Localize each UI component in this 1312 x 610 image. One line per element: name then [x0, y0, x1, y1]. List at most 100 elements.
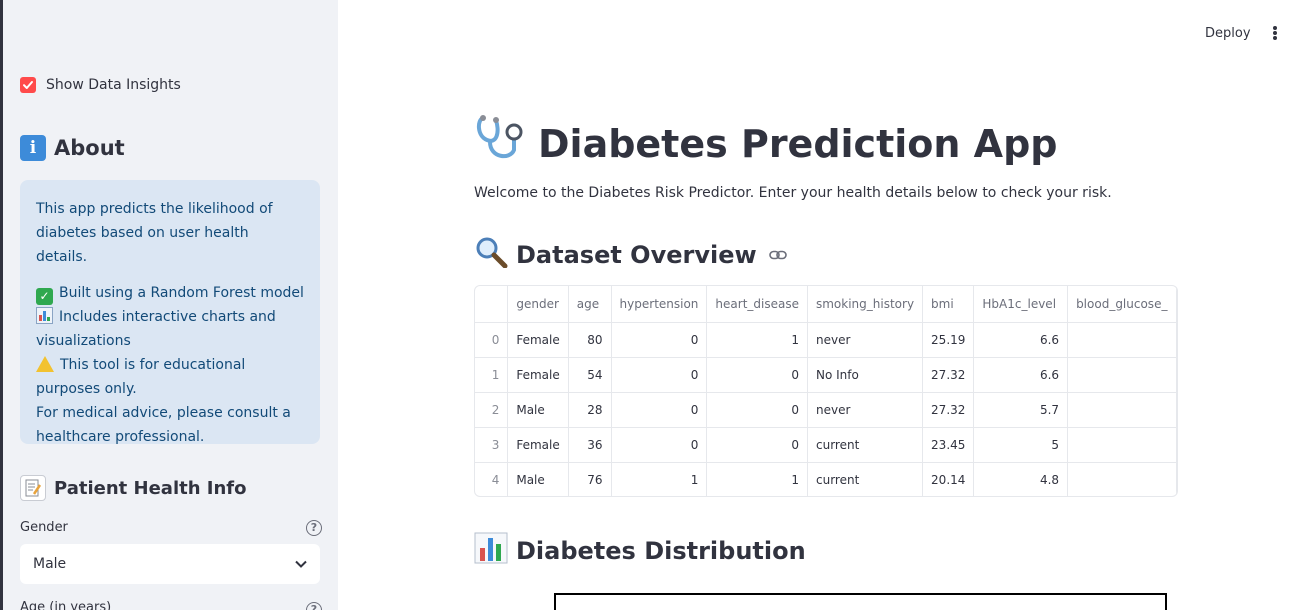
table-row: 3 Female 36 0 0 current 23.45 5 — [475, 427, 1177, 463]
show-insights-checkbox[interactable]: Show Data Insights — [20, 77, 181, 93]
row-index: 2 — [475, 392, 509, 428]
table-cell[interactable]: 76 — [568, 462, 612, 496]
table-cell[interactable]: 0 — [611, 392, 708, 428]
table-cell[interactable]: Female — [507, 357, 569, 393]
about-line-warning-text: This tool is for educational purposes on… — [36, 357, 246, 397]
table-cell[interactable]: 1 — [706, 322, 808, 358]
column-header[interactable]: age — [568, 286, 612, 323]
bar-chart-icon — [36, 307, 53, 324]
table-cell[interactable]: 0 — [611, 357, 708, 393]
table-cell[interactable]: 28 — [568, 392, 612, 428]
table-cell[interactable]: 36 — [568, 427, 612, 463]
gender-select[interactable]: Male — [20, 544, 320, 584]
table-cell[interactable]: 27.32 — [922, 392, 975, 428]
table-row: 1 Female 54 0 0 No Info 27.32 6.6 — [475, 357, 1177, 393]
table-cell[interactable] — [1067, 462, 1177, 496]
table-cell[interactable]: Female — [507, 427, 569, 463]
about-info-box: This app predicts the likelihood of diab… — [20, 180, 320, 445]
table-cell[interactable]: never — [807, 392, 924, 428]
diabetes-distribution-heading-text: Diabetes Distribution — [516, 537, 806, 565]
table-cell[interactable]: never — [807, 322, 924, 358]
column-header[interactable]: hypertension — [611, 286, 708, 323]
about-line-advice: For medical advice, please consult a hea… — [36, 405, 291, 445]
table-cell[interactable] — [1067, 322, 1177, 358]
help-icon[interactable]: ? — [306, 520, 322, 536]
column-header[interactable]: blood_glucose_ — [1067, 286, 1177, 323]
table-cell[interactable]: current — [807, 462, 924, 496]
table-header-row: gender age hypertension heart_disease sm… — [475, 286, 1177, 323]
patient-info-heading: Patient Health Info — [20, 475, 247, 501]
about-line-model: ✓ Built using a Random Forest model — [36, 281, 304, 305]
table-row: 0 Female 80 0 1 never 25.19 6.6 — [475, 322, 1177, 358]
gender-label: Gender — [20, 520, 68, 535]
info-icon: i — [20, 135, 46, 161]
bar-chart-icon — [474, 532, 508, 570]
about-line-warning: This tool is for educational purposes on… — [36, 353, 304, 401]
about-heading: i About — [20, 135, 125, 161]
diabetes-distribution-heading: Diabetes Distribution — [474, 532, 806, 570]
check-mark-icon: ✓ — [36, 288, 53, 305]
table-cell[interactable]: 0 — [706, 427, 808, 463]
table-cell[interactable]: 27.32 — [922, 357, 975, 393]
age-label: Age (in years) — [20, 600, 112, 610]
app-root: Show Data Insights i About This app pred… — [0, 0, 1312, 610]
magnifier-icon — [474, 236, 508, 274]
table-cell[interactable]: 1 — [706, 462, 808, 496]
dataset-table[interactable]: gender age hypertension heart_disease sm… — [474, 285, 1178, 497]
column-header[interactable]: smoking_history — [807, 286, 924, 323]
table-cell[interactable]: No Info — [807, 357, 924, 393]
column-header[interactable]: gender — [507, 286, 569, 323]
column-header[interactable]: heart_disease — [706, 286, 808, 323]
help-icon[interactable]: ? — [306, 602, 322, 610]
table-cell[interactable]: 6.6 — [973, 322, 1069, 358]
about-heading-text: About — [54, 136, 125, 160]
table-cell[interactable]: 4.8 — [973, 462, 1069, 496]
checkbox-checked-icon[interactable] — [20, 77, 36, 93]
about-description: This app predicts the likelihood of diab… — [36, 201, 273, 265]
about-line-charts-text: Includes interactive charts and visualiz… — [36, 309, 276, 349]
table-cell[interactable]: current — [807, 427, 924, 463]
table-cell[interactable] — [1067, 427, 1177, 463]
table-cell[interactable]: Male — [507, 392, 569, 428]
table-cell[interactable] — [1067, 392, 1177, 428]
warning-icon — [36, 356, 54, 372]
table-row: 4 Male 76 1 1 current 20.14 4.8 — [475, 462, 1177, 496]
about-line-model-text: Built using a Random Forest model — [59, 285, 304, 301]
sidebar: Show Data Insights i About This app pred… — [0, 0, 338, 610]
table-cell[interactable]: 80 — [568, 322, 612, 358]
gender-select-value: Male — [33, 556, 67, 572]
column-header[interactable]: HbA1c_level — [973, 286, 1069, 323]
table-cell[interactable]: 0 — [706, 392, 808, 428]
show-insights-label: Show Data Insights — [46, 77, 181, 93]
table-cell[interactable]: Male — [507, 462, 569, 496]
stethoscope-icon — [474, 114, 528, 173]
table-cell[interactable]: 5.7 — [973, 392, 1069, 428]
table-cell[interactable]: 25.19 — [922, 322, 975, 358]
table-cell[interactable]: 0 — [611, 322, 708, 358]
row-index: 0 — [475, 322, 509, 358]
table-cell[interactable]: 54 — [568, 357, 612, 393]
dataset-overview-heading-text: Dataset Overview — [516, 241, 757, 269]
row-index: 3 — [475, 427, 509, 463]
table-cell[interactable]: Female — [507, 322, 569, 358]
page-title-text: Diabetes Prediction App — [538, 121, 1058, 166]
table-cell[interactable]: 0 — [611, 427, 708, 463]
main-menu-icon[interactable] — [1267, 24, 1283, 42]
table-cell[interactable] — [1067, 357, 1177, 393]
table-cell[interactable]: 5 — [973, 427, 1069, 463]
column-header[interactable]: bmi — [922, 286, 975, 323]
column-header[interactable] — [475, 286, 509, 323]
welcome-text: Welcome to the Diabetes Risk Predictor. … — [474, 185, 1112, 201]
table-cell[interactable]: 23.45 — [922, 427, 975, 463]
table-cell[interactable]: 20.14 — [922, 462, 975, 496]
dataset-overview-heading: Dataset Overview — [474, 236, 787, 274]
memo-icon — [20, 475, 46, 501]
about-line-charts: Includes interactive charts and visualiz… — [36, 305, 304, 353]
table-cell[interactable]: 6.6 — [973, 357, 1069, 393]
table-cell[interactable]: 0 — [706, 357, 808, 393]
row-index: 1 — [475, 357, 509, 393]
deploy-button[interactable]: Deploy — [1195, 24, 1261, 43]
anchor-link-icon[interactable] — [768, 246, 787, 264]
page-title: Diabetes Prediction App — [474, 114, 1057, 173]
table-cell[interactable]: 1 — [611, 462, 708, 496]
